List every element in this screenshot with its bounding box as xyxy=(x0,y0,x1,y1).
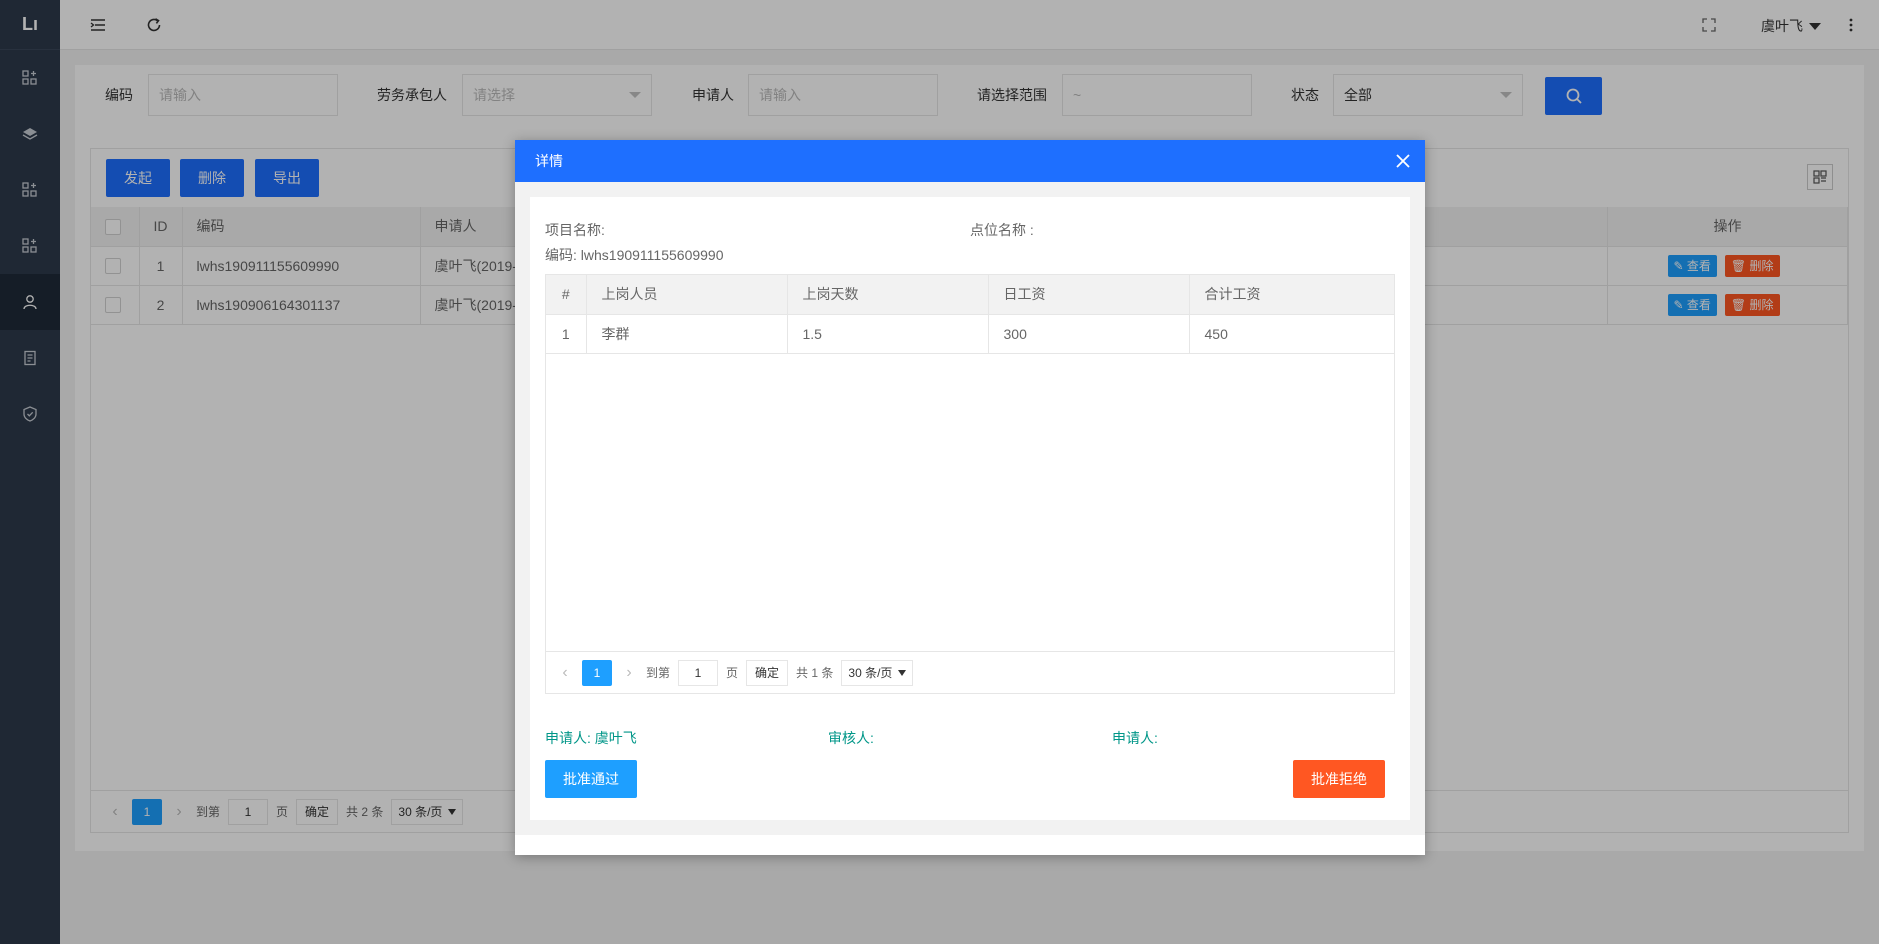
goto-confirm-button[interactable]: 确定 xyxy=(746,659,789,686)
goto-label: 到第 xyxy=(646,666,671,680)
row-daily-wage: 300 xyxy=(988,314,1190,354)
page-size-select[interactable]: 30 条/页 xyxy=(841,659,914,686)
row-person: 李群 xyxy=(586,314,788,354)
prev-page-icon[interactable]: ‹ xyxy=(556,664,574,682)
row-days: 1.5 xyxy=(787,314,989,354)
column-header-person: 上岗人员 xyxy=(586,275,788,315)
close-icon[interactable] xyxy=(1395,153,1411,169)
current-page[interactable]: 1 xyxy=(582,659,612,686)
detail-header-row: # 上岗人员 上岗天数 日工资 合计工资 xyxy=(546,275,1394,315)
code-line: 编码: lwhs190911155609990 xyxy=(545,247,724,263)
reject-button[interactable]: 批准拒绝 xyxy=(1293,760,1385,798)
detail-table: # 上岗人员 上岗天数 日工资 合计工资 1 李群 1.5 300 450 xyxy=(546,275,1394,354)
table-row: 1 李群 1.5 300 450 xyxy=(546,314,1394,354)
row-total-wage: 450 xyxy=(1189,314,1394,354)
point-name-label: 点位名称 : xyxy=(970,222,1034,238)
column-header-daily-wage: 日工资 xyxy=(988,275,1190,315)
goto-page-input[interactable]: 1 xyxy=(678,659,719,686)
caret-down-icon xyxy=(898,669,907,676)
column-header-total-wage: 合计工资 xyxy=(1189,275,1394,315)
total-count: 共 1 条 xyxy=(796,666,834,680)
detail-card: 项目名称: 点位名称 : 编码: lwhs190911155609990 # 上… xyxy=(530,197,1410,820)
approve-button[interactable]: 批准通过 xyxy=(545,760,637,798)
column-header-days: 上岗天数 xyxy=(787,275,989,315)
next-page-icon[interactable]: › xyxy=(620,664,638,682)
detail-modal: 详情 项目名称: 点位名称 : 编码: lwhs190911155609990 … xyxy=(515,140,1425,855)
modal-header: 详情 xyxy=(515,140,1425,182)
detail-table-box: # 上岗人员 上岗天数 日工资 合计工资 1 李群 1.5 300 450 ‹ … xyxy=(545,274,1395,694)
page-size-value: 30 条/页 xyxy=(848,665,893,680)
project-name-label: 项目名称: xyxy=(545,222,605,238)
page-unit: 页 xyxy=(726,666,739,680)
applicant-sign: 申请人: 虞叶飞 xyxy=(545,730,637,746)
applicant-sign-2: 申请人: xyxy=(1112,730,1158,746)
modal-title: 详情 xyxy=(535,153,563,169)
detail-pagination: ‹ 1 › 到第 1 页 确定 共 1 条 30 条/页 xyxy=(546,651,1394,693)
column-header-no: # xyxy=(546,275,587,315)
reviewer-sign: 审核人: xyxy=(828,730,874,746)
modal-body: 项目名称: 点位名称 : 编码: lwhs190911155609990 # 上… xyxy=(515,182,1425,835)
row-no: 1 xyxy=(546,314,587,354)
